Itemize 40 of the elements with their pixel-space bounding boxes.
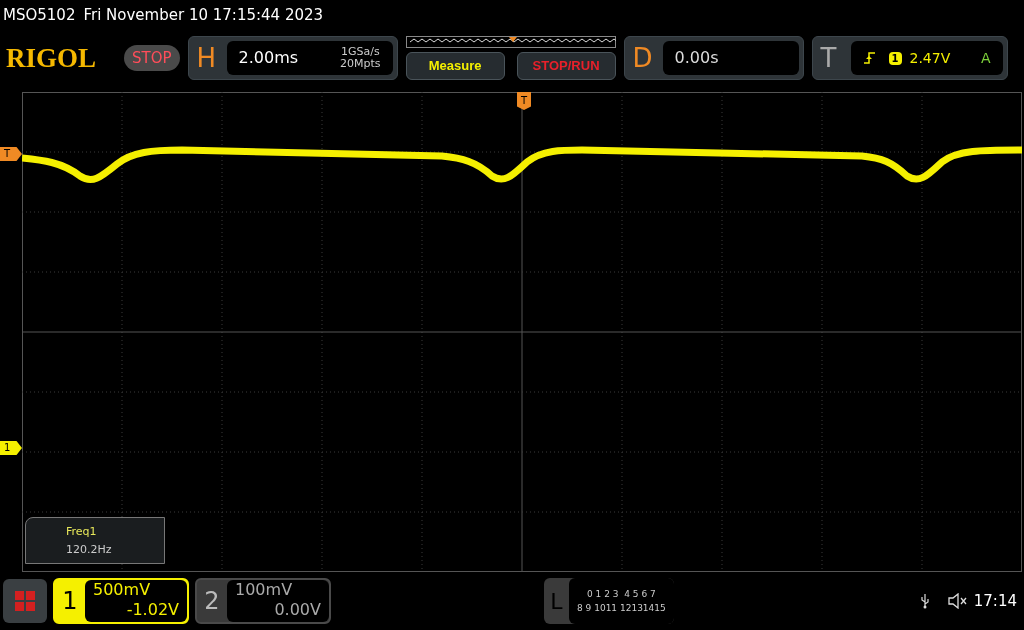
horizontal-panel[interactable]: H 2.00ms 1GSa/s 20Mpts bbox=[187, 36, 398, 80]
timebase-value: 2.00ms bbox=[238, 47, 300, 69]
mute-icon[interactable] bbox=[947, 593, 968, 609]
channel-button[interactable]: 2 100mV 0.00V bbox=[195, 578, 331, 624]
logic-analyzer-button[interactable]: L 0 1 2 3 4 5 6 7 8 9 1011 12131415 bbox=[543, 578, 674, 624]
measurement-name: Freq1 bbox=[66, 523, 98, 540]
clock: 17:14 bbox=[973, 590, 1017, 612]
measurement-value: 120.2Hz bbox=[66, 541, 113, 558]
channel-numbers: 8 9 1011 12131415 bbox=[577, 602, 666, 615]
trigger-source-badge: 1 bbox=[888, 51, 902, 65]
trigger-mode: A bbox=[980, 48, 991, 68]
channel-number: 2 bbox=[203, 586, 221, 617]
rising-edge-icon bbox=[862, 51, 877, 65]
channel-scale: 500mV bbox=[93, 580, 152, 600]
logic-letter: L bbox=[549, 587, 564, 616]
memory-depth: 20Mpts bbox=[340, 58, 381, 70]
channel-offset: -1.02V bbox=[125, 600, 179, 620]
app-menu-button[interactable] bbox=[3, 579, 47, 623]
trigger-level: 2.47V bbox=[909, 48, 952, 68]
channel-scale: 100mV bbox=[235, 580, 294, 600]
sample-rate: 1GSa/s bbox=[340, 46, 380, 58]
panel-letter: T bbox=[820, 41, 838, 75]
channel-numbers: 0 1 2 3 4 5 6 7 bbox=[586, 588, 657, 601]
channel-offset: 0.00V bbox=[273, 600, 321, 620]
channel-number: 1 bbox=[61, 586, 79, 617]
grid-menu-icon bbox=[14, 590, 36, 612]
delay-panel[interactable]: D 0.00s bbox=[623, 36, 804, 80]
delay-value: 0.00s bbox=[674, 47, 719, 69]
channel-button[interactable]: 1 500mV -1.02V bbox=[53, 578, 189, 624]
model-name: MSO5102 bbox=[3, 4, 76, 26]
trigger-level-marker[interactable]: T bbox=[0, 147, 22, 161]
panel-letter: D bbox=[632, 41, 654, 75]
trigger-position-marker[interactable]: T bbox=[517, 92, 531, 110]
usb-icon bbox=[919, 593, 930, 609]
trigger-panel[interactable]: T 1 2.47V A bbox=[811, 36, 1008, 80]
channel-marker[interactable]: 1 bbox=[0, 441, 22, 455]
panel-letter: H bbox=[196, 41, 218, 75]
date-time: Fri November 10 17:15:44 2023 bbox=[83, 4, 324, 26]
logo: RIGOL bbox=[6, 41, 98, 75]
toolbar-button[interactable]: Measure bbox=[405, 52, 505, 80]
